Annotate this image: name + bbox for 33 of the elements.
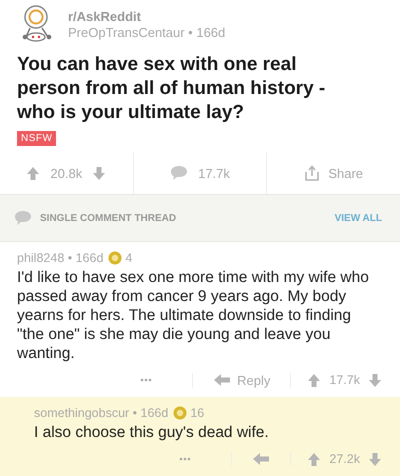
award-icon <box>173 406 188 420</box>
view-all-link[interactable]: VIEW ALL <box>334 212 382 224</box>
comment-icon <box>14 210 32 226</box>
score: 17.7k <box>329 373 360 387</box>
subreddit-link[interactable]: r/AskReddit <box>68 8 226 24</box>
comment-meta: somethingobscur • 166d <box>34 406 168 420</box>
upvote-icon[interactable] <box>307 372 322 388</box>
more-icon[interactable] <box>140 377 152 383</box>
comment-icon <box>170 165 188 181</box>
comment-text: I'd like to have sex one more time with my wife who passed away from cancer 9 years ago. My body yearns for hers. The ultimate downside to finding "the one" is she may die young and leave you wanting. <box>17 268 370 363</box>
award-icon <box>108 251 122 265</box>
upvote-icon[interactable] <box>307 452 322 466</box>
reply-icon <box>213 373 232 387</box>
reply-button[interactable]: Reply <box>192 372 292 388</box>
upvote-icon[interactable] <box>26 166 40 180</box>
downvote-icon[interactable] <box>368 372 382 388</box>
nsfw-tag: NSFW <box>17 131 56 146</box>
thread-label: SINGLE COMMENT THREAD <box>40 212 178 224</box>
gilded-count: 4 <box>125 251 132 265</box>
score: 27.2k <box>329 452 360 466</box>
reply-icon <box>252 452 270 466</box>
comment-text: I also choose this guy's dead wife. <box>34 423 270 442</box>
downvote-icon[interactable] <box>92 166 106 180</box>
comment-meta: phil8248 • 166d <box>17 251 104 265</box>
score: 20.8k <box>50 166 82 180</box>
downvote-icon[interactable] <box>368 452 382 466</box>
share-icon <box>304 165 320 181</box>
gilded-count: 16 <box>190 406 204 420</box>
more-icon[interactable] <box>179 456 192 462</box>
post-meta: PreOpTransCentaur • 166d <box>68 24 226 40</box>
post-title: You can have sex with one real person from all of human history - who is your ultimate lay? <box>16 53 326 125</box>
comment-count: 17.7k <box>198 166 230 180</box>
reply-button[interactable] <box>231 452 292 466</box>
